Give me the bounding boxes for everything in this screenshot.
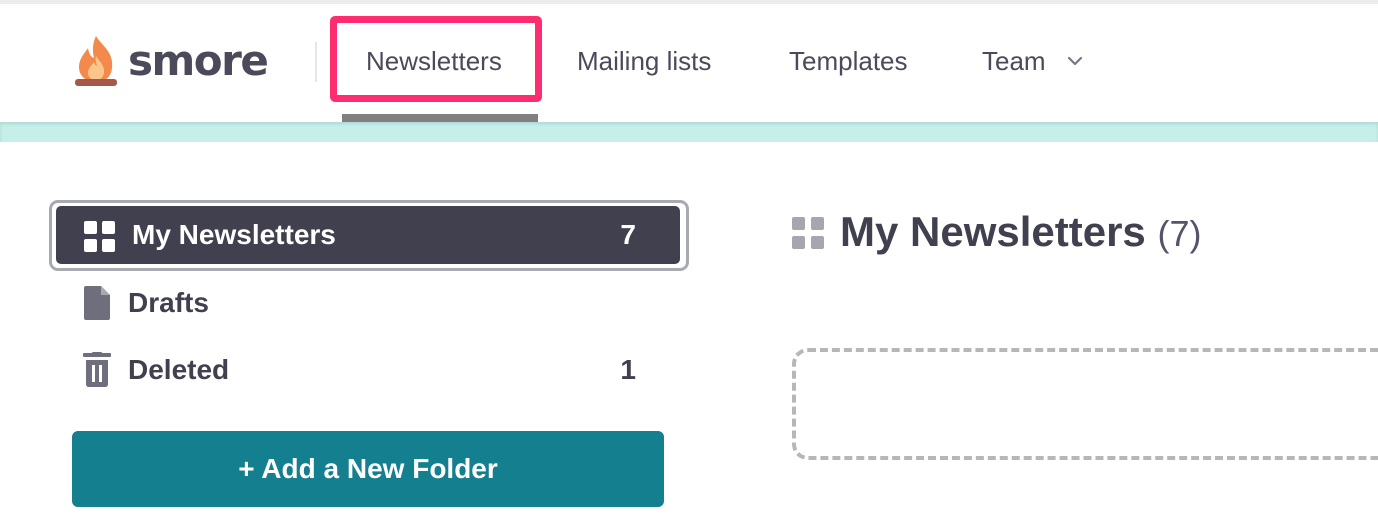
trash-icon	[83, 352, 111, 387]
file-icon	[84, 286, 110, 320]
nav-divider	[315, 42, 317, 82]
sidebar-item-drafts[interactable]: Drafts	[128, 287, 209, 319]
newsletter-dropzone[interactable]	[792, 348, 1378, 460]
nav-tab-templates[interactable]: Templates	[789, 45, 908, 77]
add-new-folder-button[interactable]: + Add a New Folder	[72, 431, 664, 507]
highlight-box	[330, 16, 542, 102]
page-title-text: My Newsletters	[840, 208, 1146, 255]
page-title: My Newsletters (7)	[840, 208, 1201, 256]
page-title-count: (7)	[1157, 213, 1202, 254]
sidebar-item-deleted[interactable]: Deleted	[128, 354, 229, 386]
nav-tab-team[interactable]: Team	[982, 45, 1046, 77]
header-accent-band	[0, 122, 1378, 142]
grid-icon	[84, 221, 115, 252]
grid-icon	[792, 217, 824, 249]
chevron-down-icon[interactable]	[1066, 54, 1084, 68]
active-tab-indicator	[342, 114, 538, 122]
smore-logo[interactable]: smore	[72, 32, 269, 90]
campfire-logo-icon	[75, 36, 117, 86]
nav-tab-mailing-lists[interactable]: Mailing lists	[577, 45, 711, 77]
sidebar-item-count: 1	[620, 354, 636, 385]
logo-wordmark: smore	[128, 35, 269, 85]
sidebar-item-count: 7	[620, 219, 636, 250]
sidebar-item-label: My Newsletters	[132, 219, 336, 250]
